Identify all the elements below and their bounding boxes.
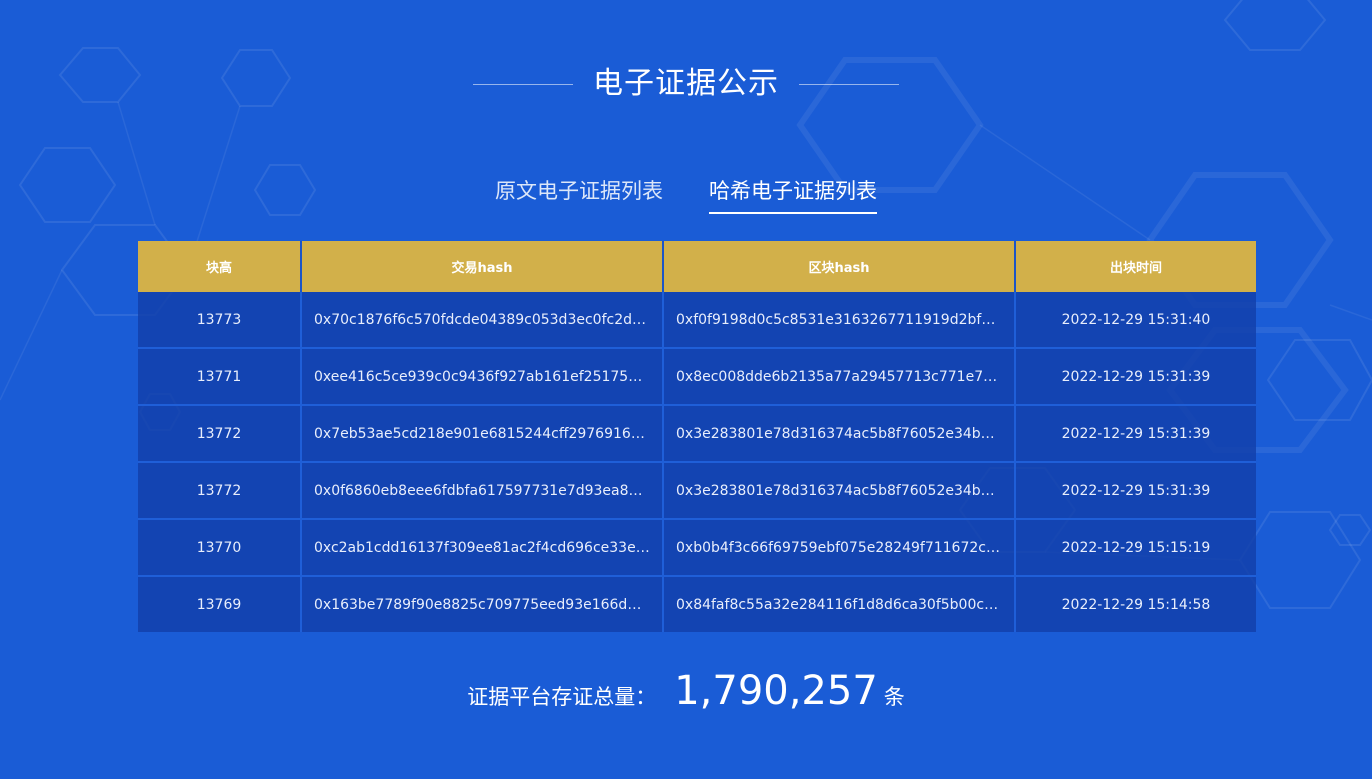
evidence-tabs: 原文电子证据列表 哈希电子证据列表	[0, 172, 1372, 214]
title-right-divider	[799, 83, 899, 85]
evidence-table: 块高 交易hash 区块hash 出块时间 13773 0x70c1876f6c…	[138, 241, 1256, 632]
cell-block-hash: 0x3e283801e78d316374ac5b8f76052e34b4c19.…	[663, 462, 1016, 520]
table-row: 13773 0x70c1876f6c570fdcde04389c053d3ec0…	[138, 292, 1256, 349]
column-header-block-height: 块高	[138, 241, 302, 292]
cell-tx-hash: 0x7eb53ae5cd218e901e6815244cff2976916a57…	[301, 405, 664, 463]
page-header: 电子证据公示	[0, 58, 1372, 110]
cell-tx-hash: 0x70c1876f6c570fdcde04389c053d3ec0fc2d8f…	[301, 292, 664, 349]
total-unit: 条	[883, 685, 905, 709]
table-row: 13772 0x0f6860eb8eee6fdbfa617597731e7d93…	[138, 462, 1256, 520]
cell-tx-hash: 0xee416c5ce939c0c9436f927ab161ef25175a56…	[301, 348, 664, 406]
title-left-divider	[473, 83, 573, 85]
cell-block-height: 13772	[138, 462, 302, 520]
cell-block-time: 2022-12-29 15:31:40	[1015, 292, 1256, 349]
table-row: 13772 0x7eb53ae5cd218e901e6815244cff2976…	[138, 405, 1256, 463]
cell-block-height: 13769	[138, 576, 302, 632]
column-header-block-hash: 区块hash	[663, 241, 1016, 292]
cell-tx-hash: 0x0f6860eb8eee6fdbfa617597731e7d93ea84e7…	[301, 462, 664, 520]
cell-block-height: 13773	[138, 292, 302, 349]
table-row: 13771 0xee416c5ce939c0c9436f927ab161ef25…	[138, 348, 1256, 406]
column-header-tx-hash: 交易hash	[301, 241, 664, 292]
cell-block-time: 2022-12-29 15:31:39	[1015, 405, 1256, 463]
cell-block-time: 2022-12-29 15:14:58	[1015, 576, 1256, 632]
cell-block-hash: 0xb0b4f3c66f69759ebf075e28249f711672c5f8…	[663, 519, 1016, 577]
tab-hash-evidence[interactable]: 哈希电子证据列表	[709, 172, 877, 214]
cell-block-hash: 0x8ec008dde6b2135a77a29457713c771e7439c.…	[663, 348, 1016, 406]
page-title: 电子证据公示	[593, 66, 779, 101]
cell-block-time: 2022-12-29 15:31:39	[1015, 462, 1256, 520]
cell-block-time: 2022-12-29 15:15:19	[1015, 519, 1256, 577]
table-row: 13769 0x163be7789f90e8825c709775eed93e16…	[138, 576, 1256, 632]
cell-block-height: 13770	[138, 519, 302, 577]
table-header-row: 块高 交易hash 区块hash 出块时间	[138, 241, 1256, 292]
total-label: 证据平台存证总量：	[467, 685, 657, 709]
tab-original-evidence[interactable]: 原文电子证据列表	[495, 172, 663, 214]
table-row: 13770 0xc2ab1cdd16137f309ee81ac2f4cd696c…	[138, 519, 1256, 577]
cell-block-hash: 0x3e283801e78d316374ac5b8f76052e34b4c19.…	[663, 405, 1016, 463]
cell-block-height: 13771	[138, 348, 302, 406]
cell-block-time: 2022-12-29 15:31:39	[1015, 348, 1256, 406]
cell-tx-hash: 0x163be7789f90e8825c709775eed93e166d16a7…	[301, 576, 664, 632]
cell-block-hash: 0xf0f9198d0c5c8531e3163267711919d2bf7cf1…	[663, 292, 1016, 349]
total-count: 1,790,257	[674, 668, 878, 714]
evidence-total: 证据平台存证总量： 1,790,257 条	[0, 668, 1372, 714]
cell-block-hash: 0x84faf8c55a32e284116f1d8d6ca30f5b00c719…	[663, 576, 1016, 632]
cell-block-height: 13772	[138, 405, 302, 463]
column-header-block-time: 出块时间	[1015, 241, 1256, 292]
cell-tx-hash: 0xc2ab1cdd16137f309ee81ac2f4cd696ce33e1e…	[301, 519, 664, 577]
